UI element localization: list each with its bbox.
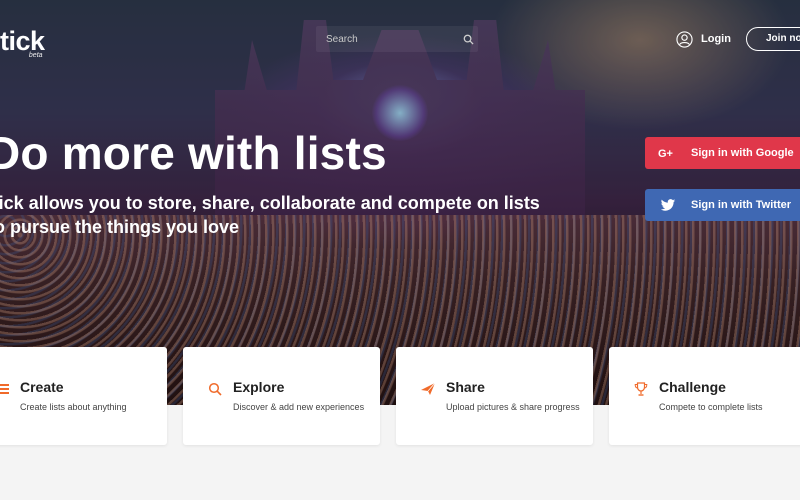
list-icon	[0, 382, 9, 396]
logo-beta-badge: beta	[28, 52, 43, 59]
google-signin-label: Sign in with Google	[691, 147, 794, 159]
search-icon[interactable]	[458, 26, 478, 52]
user-icon	[676, 30, 693, 48]
search-icon	[208, 382, 222, 396]
feature-description: Compete to complete lists	[659, 402, 763, 412]
site-logo[interactable]: tick beta	[0, 26, 45, 59]
feature-card-challenge[interactable]: Challenge Compete to complete lists	[609, 347, 800, 445]
twitter-signin-button[interactable]: Sign in with Twitter	[645, 189, 800, 221]
feature-description: Create lists about anything	[20, 402, 127, 412]
feature-description: Discover & add new experiences	[233, 402, 365, 412]
trophy-icon	[634, 382, 648, 396]
hero-subline-1: Tick allows you to store, share, collabo…	[0, 193, 540, 213]
login-label: Login	[701, 33, 731, 45]
google-signin-button[interactable]: G+ Sign in with Google	[645, 137, 800, 169]
hero-headline: Do more with lists	[0, 127, 387, 179]
search-bar[interactable]	[316, 26, 478, 52]
search-input[interactable]	[316, 26, 458, 52]
feature-title: Share	[446, 379, 485, 395]
paper-plane-icon	[421, 382, 435, 396]
google-plus-icon: G+	[645, 147, 691, 159]
hero-subline-2: to pursue the things you love	[0, 217, 240, 237]
feature-description: Upload pictures & share progress	[446, 402, 580, 412]
twitter-bird-icon	[645, 198, 691, 212]
feature-title: Challenge	[659, 379, 726, 395]
feature-title: Explore	[233, 379, 285, 395]
svg-text:G+: G+	[658, 148, 673, 159]
feature-card-explore[interactable]: Explore Discover & add new experiences	[183, 347, 380, 445]
feature-card-create[interactable]: Create Create lists about anything	[0, 347, 167, 445]
join-now-button[interactable]: Join now	[746, 27, 800, 51]
twitter-signin-label: Sign in with Twitter	[691, 199, 792, 211]
feature-title: Create	[20, 379, 64, 395]
feature-card-share[interactable]: Share Upload pictures & share progress	[396, 347, 593, 445]
login-link[interactable]: Login	[676, 30, 731, 48]
